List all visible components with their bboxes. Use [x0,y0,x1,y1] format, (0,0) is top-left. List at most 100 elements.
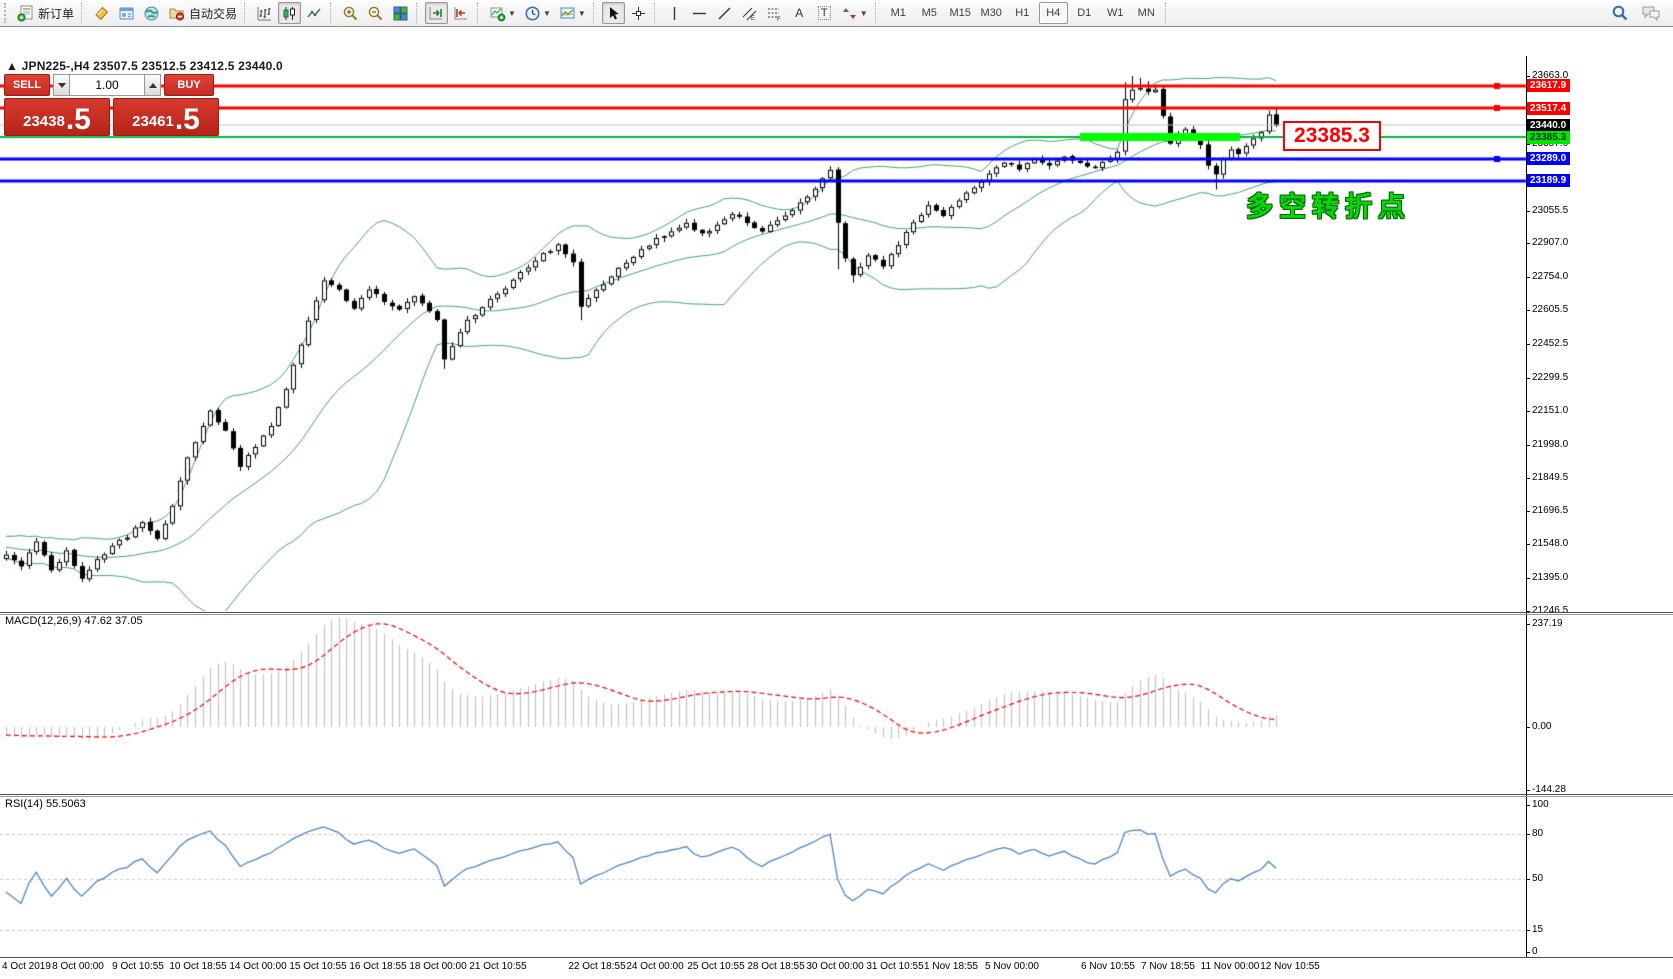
price-tick-label: 22151.0 [1532,405,1570,417]
autotrading-button[interactable]: 自动交易 [165,2,240,24]
trendline-tool-button[interactable] [713,2,736,24]
price-tick-label: 21998.0 [1532,439,1570,451]
timeframe-m30-button[interactable]: M30 [977,2,1006,24]
arrow-objects-icon [841,5,858,22]
toolbar-separator [330,3,335,23]
volume-decrease-button[interactable] [53,74,70,96]
toolbar-separator [654,3,659,23]
price-tick-label: 21548.0 [1532,538,1570,550]
timeframe-m1-button[interactable]: M1 [884,2,913,24]
buy-button[interactable]: BUY [164,74,214,96]
navigator-button[interactable] [140,2,163,24]
template-icon [559,5,576,22]
timeframe-h1-button[interactable]: H1 [1008,2,1037,24]
fibonacci-tool-button[interactable]: F [763,2,786,24]
sell-button[interactable]: SELL [4,74,50,96]
zoom-out-icon [367,5,384,22]
volume-input[interactable] [70,74,144,96]
timeframe-m5-button[interactable]: M5 [915,2,944,24]
time-axis-label: 4 Oct 2019 [2,961,51,972]
time-axis-label: 16 Oct 18:55 [349,961,406,972]
cursor-tool-button[interactable] [602,2,625,24]
new-order-button[interactable]: 新订单 [14,2,77,24]
horizontal-line-tool-button[interactable] [688,2,711,24]
sell-price-box[interactable]: 23438 .5 [4,98,110,136]
crosshair-icon [630,5,647,22]
time-axis-label: 21 Oct 10:55 [469,961,526,972]
price-line-label: 23440.0 [1527,119,1570,132]
fibonacci-icon: F [766,5,783,22]
time-axis-label: 10 Oct 18:55 [169,961,226,972]
templates-button[interactable]: ▼ [556,2,589,24]
price-tick-label: 21395.0 [1532,572,1570,584]
chart-shift-button[interactable] [450,2,473,24]
price-tick-label: 22754.0 [1532,271,1570,283]
time-axis-label: 12 Nov 10:55 [1260,961,1320,972]
chart-shift-icon [453,5,470,22]
turning-point-note[interactable]: 多空转折点 [1246,185,1411,224]
svg-text:E: E [751,16,755,22]
price-line-label: 23289.0 [1527,152,1570,165]
macd-panel-splitter[interactable] [0,612,1673,613]
auto-scroll-button[interactable] [425,2,448,24]
toolbar-separator [477,3,482,23]
indicators-button[interactable]: ▼ [486,2,519,24]
sell-price-pip: .5 [66,107,91,133]
buy-price-box[interactable]: 23461 .5 [113,98,219,136]
bar-chart-mode-button[interactable] [253,2,276,24]
chart-window: ▲ JPN225-,H4 23507.5 23512.5 23412.5 234… [0,28,1673,951]
svg-text:F: F [777,17,781,22]
market-watch-button[interactable] [90,2,113,24]
price-tick-label: 23055.5 [1532,205,1570,217]
macd-tick-label: 0.00 [1532,721,1553,733]
price-tick-label: 22907.0 [1532,237,1570,249]
clock-icon [524,5,541,22]
zoom-in-button[interactable] [339,2,362,24]
cursor-arrow-icon [605,5,622,22]
price-line-label: 23385.3 [1527,131,1570,144]
text-tool-button[interactable]: A [788,2,811,24]
timeframe-h4-button[interactable]: H4 [1039,2,1068,24]
market-watch-icon [93,5,110,22]
timeframe-m15-button[interactable]: M15 [946,2,975,24]
time-axis-label: 18 Oct 00:00 [409,961,466,972]
chat-icon[interactable] [1641,4,1661,22]
dropdown-caret-icon: ▼ [578,9,586,18]
macd-panel-splitter-line [0,614,1673,615]
auto-scroll-icon [428,5,445,22]
data-window-button[interactable] [115,2,138,24]
candlestick-mode-button[interactable] [278,2,301,24]
price-tick-label: 21246.5 [1532,605,1570,617]
candlestick-chart-icon [281,5,298,22]
indicators-icon [489,5,506,22]
price-tick-label: 22299.5 [1532,372,1570,384]
crosshair-tool-button[interactable] [627,2,650,24]
zoom-out-button[interactable] [364,2,387,24]
trendline-icon [716,5,733,22]
periods-button[interactable]: ▼ [521,2,554,24]
navigator-globe-icon [143,5,160,22]
time-axis-label: 5 Nov 00:00 [985,961,1039,972]
timeframe-d1-button[interactable]: D1 [1070,2,1099,24]
search-icon[interactable] [1611,4,1629,22]
text-label-tool-button[interactable]: T [813,2,836,24]
time-axis-separator [0,957,1673,958]
timeframe-w1-button[interactable]: W1 [1101,2,1130,24]
rsi-tick-label: 80 [1532,828,1545,840]
arrows-tool-button[interactable]: ▼ [838,2,871,24]
price-annotation-box[interactable]: 23385.3 [1283,121,1381,151]
volume-increase-button[interactable] [144,74,161,96]
time-axis-label: 24 Oct 00:00 [626,961,683,972]
channel-tool-button[interactable]: E [738,2,761,24]
price-line-label: 23189.9 [1527,174,1570,187]
tile-windows-button[interactable] [389,2,412,24]
dropdown-caret-icon: ▼ [860,9,868,18]
vertical-line-icon [666,5,683,22]
time-axis-label: 14 Oct 00:00 [229,961,286,972]
rsi-panel-splitter[interactable] [0,794,1673,795]
timeframe-mn-button[interactable]: MN [1132,2,1161,24]
vertical-line-tool-button[interactable] [663,2,686,24]
line-chart-mode-button[interactable] [303,2,326,24]
time-axis-label: 30 Oct 00:00 [806,961,863,972]
toolbar-grip [4,3,11,23]
